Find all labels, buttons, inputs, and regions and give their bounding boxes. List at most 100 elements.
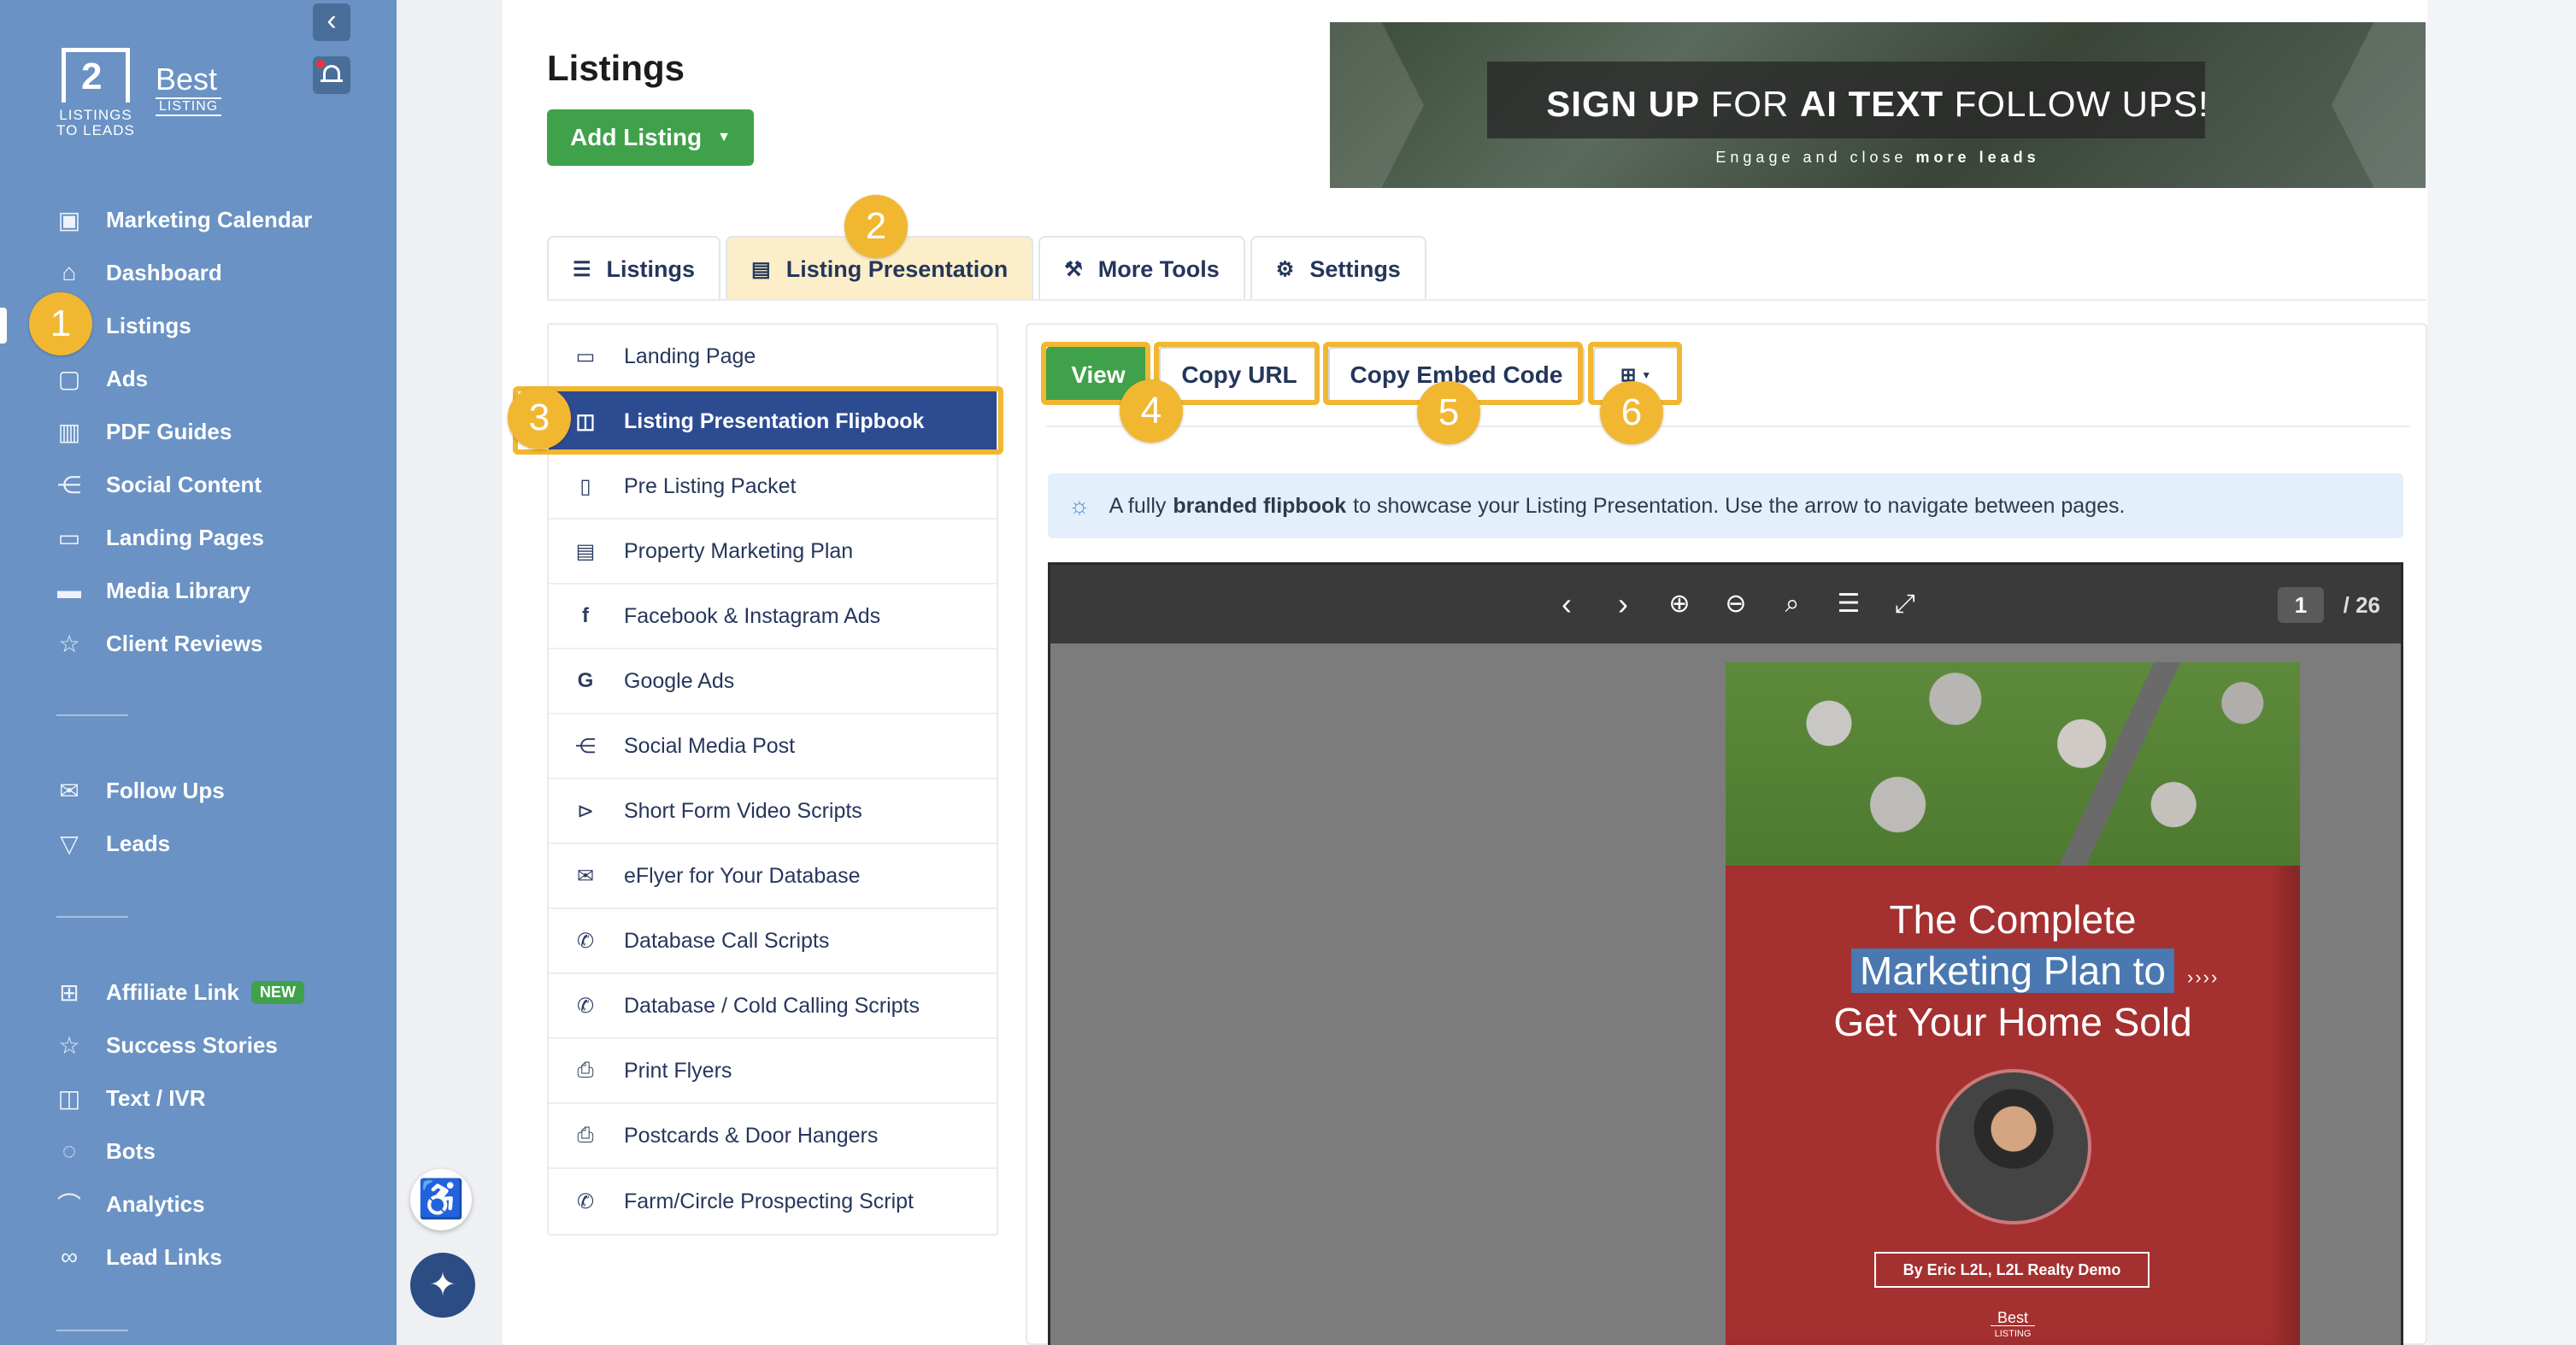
next-page-button[interactable]: › xyxy=(1603,584,1644,625)
menu-farm-circle-prospecting[interactable]: ✆ Farm/Circle Prospecting Script xyxy=(549,1169,997,1234)
highlight-flipbook-menu xyxy=(513,386,1003,455)
menu-social-media-post[interactable]: ⋲ Social Media Post xyxy=(549,714,997,779)
menu-label: Social Media Post xyxy=(624,733,796,758)
actions-divider xyxy=(1046,426,2410,427)
nav-label: Ads xyxy=(106,365,149,391)
banner-headline: SIGN UP FOR AI TEXT FOLLOW UPS! xyxy=(1546,84,2209,124)
nav-social-content[interactable]: ⋲ Social Content xyxy=(0,458,397,511)
play-icon: ⊳ xyxy=(576,799,595,823)
search-button[interactable]: ⌕ xyxy=(1772,584,1813,625)
printer-icon: ⎙ xyxy=(577,1124,594,1147)
nav-label: Marketing Calendar xyxy=(106,206,313,232)
notifications-button[interactable] xyxy=(313,56,350,94)
page-number-input[interactable]: 1 xyxy=(2278,587,2324,623)
tab-listings[interactable]: ☰ Listings xyxy=(547,236,721,301)
nav-pdf-guides[interactable]: ▥ PDF Guides xyxy=(0,405,397,458)
nav-ads[interactable]: ▢ Ads xyxy=(0,352,397,405)
tab-more-tools[interactable]: ⚒ More Tools xyxy=(1038,236,1245,301)
nav-label: Social Content xyxy=(106,471,262,497)
best-listing-logo[interactable]: Best LISTING xyxy=(156,62,222,116)
menu-label: Short Form Video Scripts xyxy=(624,798,862,823)
menu-print-flyers[interactable]: ⎙ Print Flyers xyxy=(549,1039,997,1104)
nav-analytics[interactable]: ⌒ Analytics xyxy=(0,1178,397,1230)
nav-marketing-calendar[interactable]: ▣ Marketing Calendar xyxy=(0,193,397,246)
nav-label: Analytics xyxy=(106,1190,205,1217)
menu-google-ads[interactable]: G Google Ads xyxy=(549,649,997,714)
nav-label: Landing Pages xyxy=(106,524,264,550)
presentation-menu: ▭ Landing Page ◫ Listing Presentation Flip… xyxy=(547,323,998,1236)
pdf-icon: ▯ xyxy=(579,474,591,498)
nav-client-reviews[interactable]: ☆ Client Reviews xyxy=(0,617,397,670)
fullscreen-button[interactable]: ⤢ xyxy=(1885,584,1926,625)
calendar-icon: ▣ xyxy=(57,206,81,233)
l2l-logo[interactable]: LISTINGS TO LEADS xyxy=(53,48,138,138)
nav-media-library[interactable]: ▬ Media Library xyxy=(0,564,397,617)
zoom-in-button[interactable]: ⊕ xyxy=(1659,584,1700,625)
info-text-post: to showcase your Listing Presentation. U… xyxy=(1353,493,2126,518)
folder-icon: ▬ xyxy=(57,577,81,603)
nav-follow-ups[interactable]: ✉ Follow Ups xyxy=(0,764,397,817)
flipbook-cover-page[interactable]: The Complete Marketing Plan to ›››› Get … xyxy=(1726,662,2300,1345)
sidebar: LISTINGS TO LEADS Best LISTING ‹ ▣ Market… xyxy=(0,0,397,1345)
accessibility-button[interactable]: ♿ xyxy=(410,1169,472,1230)
add-listing-button[interactable]: Add Listing ▼ xyxy=(547,109,754,166)
menu-cold-calling-scripts[interactable]: ✆ Database / Cold Calling Scripts xyxy=(549,974,997,1039)
menu-postcards-door-hangers[interactable]: ⎙ Postcards & Door Hangers xyxy=(549,1104,997,1169)
nav-primary: ▣Marketing Calendar ⌂Dashboard ▤Listings… xyxy=(0,193,397,670)
bell-icon xyxy=(321,65,343,82)
tab-label: Settings xyxy=(1309,255,1401,282)
highlight-tab-listing-presentation xyxy=(879,239,1033,301)
collapse-sidebar-button[interactable]: ‹ xyxy=(313,3,350,41)
menu-pre-listing-packet[interactable]: ▯ Pre Listing Packet xyxy=(549,455,997,520)
menu-facebook-instagram-ads[interactable]: f Facebook & Instagram Ads xyxy=(549,584,997,649)
menu-label: Database / Cold Calling Scripts xyxy=(624,993,920,1018)
nav-bots[interactable]: ◌ Bots xyxy=(0,1125,397,1178)
nav-divider xyxy=(56,916,128,918)
cover-title-line1: The Complete xyxy=(1889,897,2137,942)
menu-short-form-video-scripts[interactable]: ⊳ Short Form Video Scripts xyxy=(549,779,997,844)
page-total: / 26 xyxy=(2343,592,2380,618)
star-icon: ☆ xyxy=(58,630,80,657)
main-panel: Listings Add Listing ▼ SIGN UP FOR AI TEX… xyxy=(503,0,2427,1345)
gift-icon: ⊞ xyxy=(59,978,79,1006)
menu-label: Database Call Scripts xyxy=(624,928,830,953)
menu-property-marketing-plan[interactable]: ▤ Property Marketing Plan xyxy=(549,520,997,584)
nav-label: Success Stories xyxy=(106,1031,278,1058)
nav-leads[interactable]: ▽ Leads xyxy=(0,817,397,870)
google-icon: G xyxy=(577,669,594,692)
nav-label: Dashboard xyxy=(106,259,222,285)
menu-label: Postcards & Door Hangers xyxy=(624,1123,879,1148)
nav-label: Lead Links xyxy=(106,1243,222,1270)
share-icon: ⋲ xyxy=(57,471,81,498)
page-margin xyxy=(2427,0,2576,1345)
phone-icon: ✆ xyxy=(576,994,595,1018)
tabs-divider xyxy=(547,299,2426,301)
prev-page-button[interactable]: ‹ xyxy=(1546,584,1587,625)
menu-database-call-scripts[interactable]: ✆ Database Call Scripts xyxy=(549,909,997,974)
zoom-out-button[interactable]: ⊖ xyxy=(1715,584,1756,625)
document-icon: ▤ xyxy=(751,257,771,281)
phone-icon: ✆ xyxy=(576,1189,595,1213)
menu-landing-page[interactable]: ▭ Landing Page xyxy=(549,325,997,390)
nav-dashboard[interactable]: ⌂ Dashboard xyxy=(0,246,397,299)
expand-icon: ⤢ xyxy=(1895,590,1915,618)
menu-eflyer[interactable]: ✉ eFlyer for Your Database xyxy=(549,844,997,909)
chevron-left-icon: ‹ xyxy=(1561,586,1572,621)
filter-icon: ▽ xyxy=(60,830,79,857)
cover-logo: Best LISTING xyxy=(1991,1310,2035,1342)
nav-lead-links[interactable]: ∞ Lead Links xyxy=(0,1230,397,1283)
nav-landing-pages[interactable]: ▭ Landing Pages xyxy=(0,511,397,564)
chart-icon: ⌒ xyxy=(56,1192,81,1219)
tab-settings[interactable]: ⚙ Settings xyxy=(1250,236,1426,301)
nav-text-ivr[interactable]: ◫ Text / IVR xyxy=(0,1072,397,1125)
callout-4: 4 xyxy=(1120,379,1183,443)
table-of-contents-button[interactable]: ☰ xyxy=(1828,584,1869,625)
printer-icon: ⎙ xyxy=(577,1059,594,1082)
flipbook-viewer[interactable]: ‹ › ⊕ ⊖ ⌕ ☰ ⤢ 1 / 26 The Complete Market… xyxy=(1048,562,2403,1345)
nav-affiliate-link[interactable]: ⊞ Affiliate Link NEW xyxy=(0,966,397,1019)
facebook-icon: f xyxy=(582,604,589,627)
magic-wand-button[interactable]: ✦ xyxy=(410,1253,475,1318)
nav-success-stories[interactable]: ☆ Success Stories xyxy=(0,1019,397,1072)
mail-icon: ✉ xyxy=(576,864,595,888)
promo-banner[interactable]: SIGN UP FOR AI TEXT FOLLOW UPS! Engage a… xyxy=(1330,22,2426,188)
